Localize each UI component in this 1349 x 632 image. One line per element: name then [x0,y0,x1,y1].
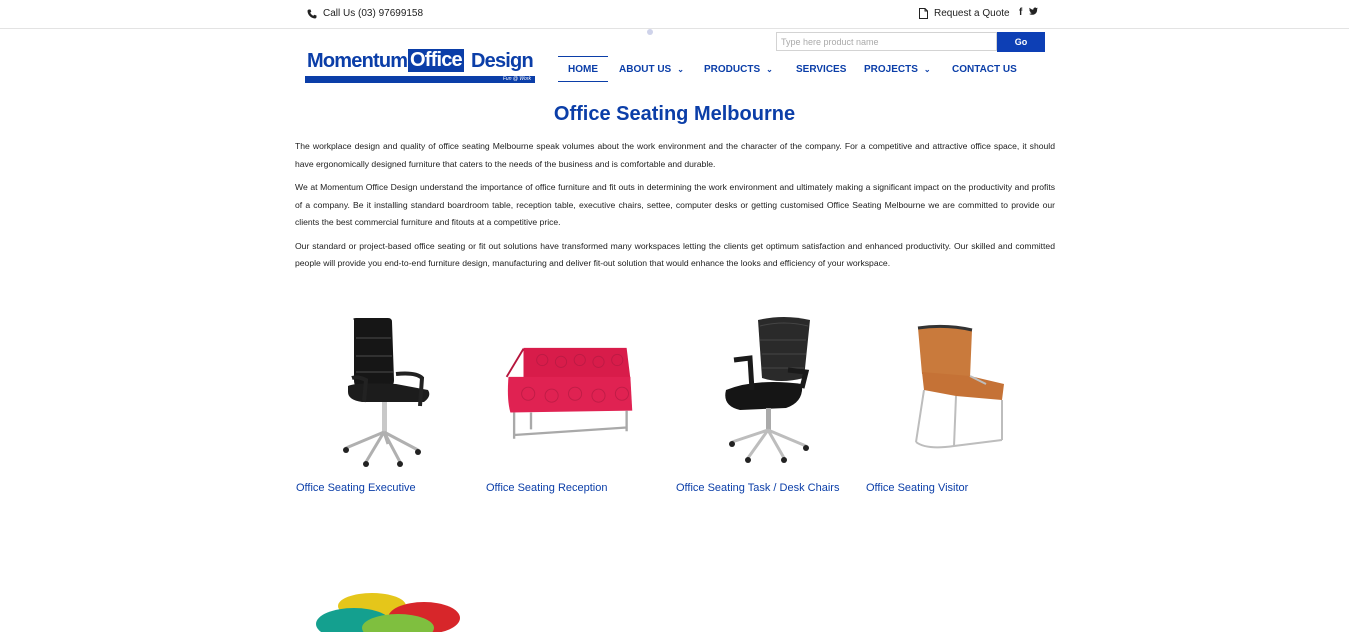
call-us[interactable]: Call Us (03) 97699158 [307,8,423,19]
product-label[interactable]: Office Seating Task / Desk Chairs [676,482,839,494]
top-bar: Call Us (03) 97699158 Request a Quote f [0,0,1349,29]
nav-projects-label: PROJECTS [864,63,918,75]
ottoman-image[interactable] [314,588,464,632]
logo[interactable]: Momentum Office Design Fun @ Work [305,49,535,84]
nav-home-label: HOME [568,63,598,75]
chevron-down-icon: ⌄ [923,64,931,74]
executive-chair-image[interactable] [296,310,446,470]
nav-contact-us-label: CONTACT US [952,63,1017,75]
nav-products-label: PRODUCTS [704,63,761,75]
twitter-icon[interactable] [1029,7,1039,16]
visitor-chair-image[interactable] [866,310,1016,470]
product-card-visitor[interactable]: Office Seating Visitor [866,310,1041,494]
call-text: Call Us (03) 97699158 [323,8,424,19]
paragraph: The workplace design and quality of offi… [295,141,1055,169]
intro-text: The workplace design and quality of offi… [295,138,1055,279]
document-icon [919,8,928,19]
chevron-down-icon: ⌄ [766,64,773,74]
product-search-input[interactable] [776,32,997,51]
nav-home[interactable]: HOME [558,56,608,82]
logo-tagline: Fun @ Work [502,76,531,82]
task-chair-image[interactable] [676,310,826,470]
logo-word-design: Design [471,50,534,72]
paragraph: Our standard or project-based office sea… [295,240,1055,269]
chevron-down-icon: ⌄ [677,64,684,74]
logo-word-momentum: Momentum [307,50,408,72]
phone-icon [307,9,317,18]
product-card-executive[interactable]: Office Seating Executive [296,310,471,494]
nav-about-us-label: ABOUT US [619,63,672,75]
page-title: Office Seating Melbourne [553,103,796,125]
nav-products[interactable]: PRODUCTS ⌄ [704,56,773,82]
nav-about-us[interactable]: ABOUT US ⌄ [619,56,684,82]
reception-settee-image[interactable] [486,310,636,470]
product-label[interactable]: Office Seating Executive [296,482,416,494]
product-label[interactable]: Office Seating Visitor [866,482,968,494]
loading-dot [647,29,653,35]
search-go-button[interactable]: Go [997,32,1045,52]
social-links: f [1019,7,1039,18]
product-card-task[interactable]: Office Seating Task / Desk Chairs [676,310,851,494]
request-quote-link[interactable]: Request a Quote [919,8,1010,19]
nav-services[interactable]: SERVICES [796,56,846,82]
logo-bar [305,76,535,83]
paragraph: We at Momentum Office Design understand … [295,182,1055,227]
nav-projects[interactable]: PROJECTS ⌄ [864,56,931,82]
logo-word-office: Office [408,49,464,72]
nav-services-label: SERVICES [796,63,847,75]
quote-text: Request a Quote [934,8,1010,19]
product-label[interactable]: Office Seating Reception [486,482,607,494]
nav-contact-us[interactable]: CONTACT US [952,56,1017,82]
product-card-reception[interactable]: Office Seating Reception [486,310,661,494]
facebook-icon[interactable]: f [1019,7,1022,18]
